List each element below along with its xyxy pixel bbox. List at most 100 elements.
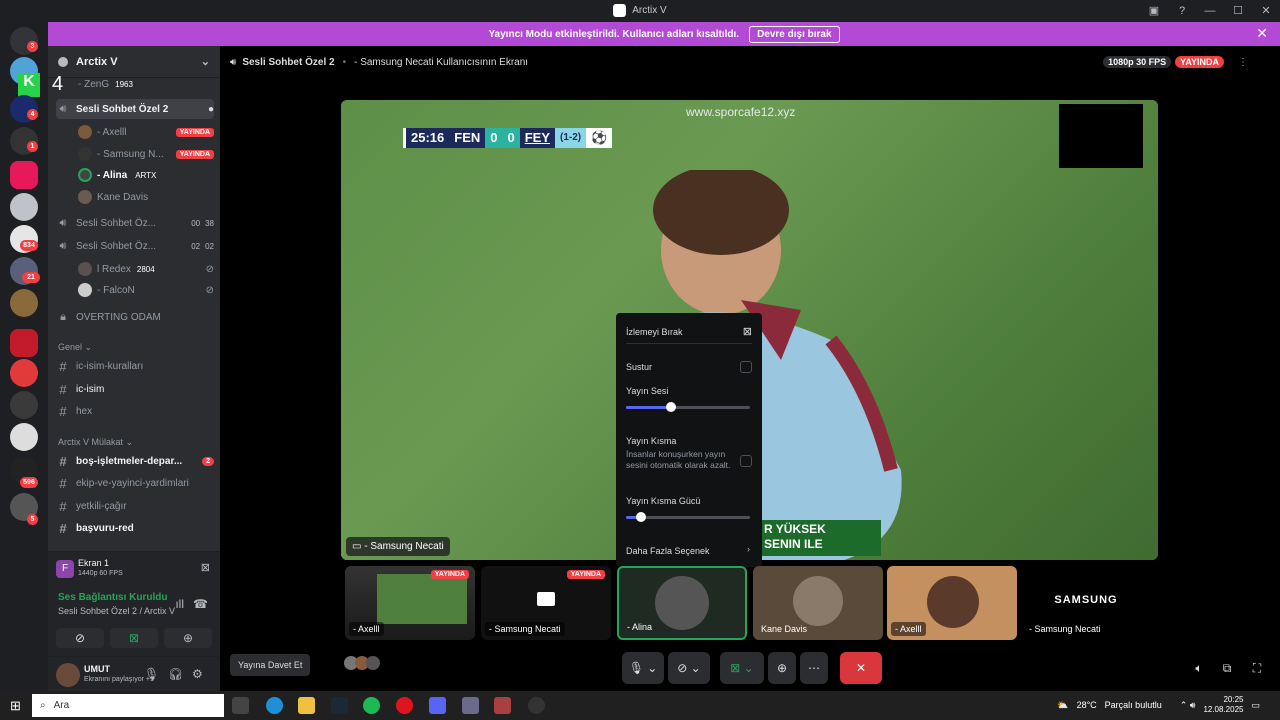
channel-name: ic-isim (76, 383, 105, 395)
stream-ducking-checkbox[interactable] (740, 455, 752, 467)
minimize-button[interactable]: — (1196, 5, 1224, 17)
edge-icon[interactable] (266, 697, 283, 714)
settings-gear-icon[interactable]: ⚙ (192, 667, 203, 681)
tray-icons[interactable]: ⌃ 🔊︎ (1180, 700, 1196, 711)
hash-icon: # (59, 498, 67, 514)
voice-channel-locked[interactable]: 🔒︎ OVERTING ODAM (56, 307, 214, 327)
taskbar-search[interactable]: ⌕ Ara (32, 694, 224, 717)
text-channel[interactable]: # ic-isim-kuralları (56, 356, 214, 376)
category-mulakat[interactable]: Arctix V Mülakat ⌄ (58, 437, 133, 448)
activity-button[interactable]: ⊕ (768, 652, 796, 684)
voice-channel[interactable]: 🔊︎ Sesli Sohbet Öz... 00 38 (56, 213, 214, 233)
participants-avatars[interactable] (344, 656, 380, 670)
server-icon[interactable] (10, 359, 38, 387)
maximize-button[interactable]: ☐ (1224, 4, 1252, 17)
user-avatar[interactable] (56, 663, 80, 687)
steam-icon[interactable] (331, 697, 348, 714)
server-icon-k[interactable]: K (18, 73, 40, 97)
file-explorer-icon[interactable] (298, 697, 315, 714)
app-icon[interactable] (494, 697, 511, 714)
participant-tile[interactable]: YAYINDA - Axelll (345, 566, 475, 640)
ducking-strength-slider[interactable] (626, 512, 750, 522)
more-options-item[interactable]: Daha Fazla Seçenek (626, 546, 710, 556)
server-icon[interactable] (10, 161, 38, 189)
stream-volume-slider[interactable] (626, 402, 750, 412)
participant-tile[interactable]: SAMSUNG - Samsung Necati (1021, 566, 1151, 640)
activity-button[interactable]: ⊕ (164, 628, 212, 648)
disconnect-icon[interactable]: ☎ (193, 597, 208, 611)
deafened-icon: ⊘ (205, 263, 214, 275)
share-screen-button[interactable]: ⊠ (110, 628, 158, 648)
channel-name: Sesli Sohbet Özel 2 (76, 103, 169, 115)
voice-channel-sesli-sohbet-ozel-2[interactable]: 🔊︎ Sesli Sohbet Özel 2 ● (56, 99, 214, 119)
voice-channel[interactable]: 🔊︎ Sesli Sohbet Öz... 02 02 (56, 236, 214, 256)
stop-watching-icon[interactable]: ⊠ (743, 325, 752, 338)
camera-button[interactable]: ⊘ ⌄ (668, 652, 710, 684)
voice-user[interactable]: - Samsung N... YAYINDA (56, 144, 214, 164)
popout-icon[interactable]: ⧉ (1216, 652, 1238, 684)
volume-icon[interactable]: 🔈︎ (1188, 652, 1210, 684)
participant-tile-speaking[interactable]: - Alina (617, 566, 747, 640)
stop-share-icon[interactable]: ⊠ (201, 561, 210, 574)
headphones-icon[interactable]: 🎧︎ (168, 667, 183, 681)
app-icon[interactable] (528, 697, 545, 714)
opera-icon[interactable] (396, 697, 413, 714)
help-icon[interactable]: ? (1168, 5, 1196, 17)
user-name: - Axelll (97, 126, 127, 138)
microphone-button[interactable]: 🎙︎ ⌄ (622, 652, 664, 684)
category-genel[interactable]: Genel ⌄ (58, 342, 92, 353)
voice-user[interactable]: l Redex 2804 ⊘ (56, 259, 214, 279)
clock[interactable]: 20:25 12.08.2025 (1203, 695, 1243, 715)
text-channel[interactable]: # başvuru-red (56, 518, 214, 538)
stream-volume-label: Yayın Sesi (626, 386, 669, 396)
spotify-icon[interactable] (363, 697, 380, 714)
disconnect-button[interactable]: ✕ (840, 652, 882, 684)
server-icon[interactable] (10, 423, 38, 451)
invite-to-stream-button[interactable]: Yayına Davet Et (230, 654, 311, 676)
close-banner-icon[interactable]: ✕ (1256, 25, 1268, 42)
microphone-icon[interactable]: 🎙︎ (144, 667, 159, 681)
stop-watching-item[interactable]: İzlemeyi Bırak (626, 327, 683, 337)
fullscreen-icon[interactable]: ⛶ (1246, 652, 1268, 684)
voice-user[interactable]: - Axelll YAYINDA (56, 122, 214, 142)
mute-item[interactable]: Sustur (626, 362, 652, 372)
mute-checkbox[interactable] (740, 361, 752, 373)
voice-user[interactable]: - Alina ARTX (56, 165, 214, 185)
server-icon[interactable] (10, 193, 38, 221)
task-view-icon[interactable] (232, 697, 249, 714)
discord-icon[interactable] (429, 697, 446, 714)
more-options-icon[interactable]: ⋮ (1238, 57, 1248, 68)
voice-channel-path[interactable]: Sesli Sohbet Özel 2 / Arctix V (58, 606, 175, 616)
avatar (78, 262, 92, 276)
participant-tile[interactable]: YAYINDA - Samsung Necati (481, 566, 611, 640)
stream-ducking-label: Yayın Kısma (626, 436, 677, 446)
voice-user[interactable]: Kane Davis (56, 187, 214, 207)
more-button[interactable]: ⋯ (800, 652, 828, 684)
server-icon[interactable] (10, 329, 38, 357)
server-icon[interactable] (10, 289, 38, 317)
slider-handle[interactable] (635, 512, 646, 522)
close-window-button[interactable]: ✕ (1252, 4, 1280, 17)
disable-streamer-mode-button[interactable]: Devre dışı bırak (749, 25, 840, 43)
text-channel[interactable]: # hex (56, 401, 214, 421)
user-limit: 02 (205, 241, 214, 251)
text-channel[interactable]: # yetkili-çağır (56, 496, 214, 516)
weather-description[interactable]: Parçalı bulutlu (1105, 700, 1162, 710)
server-icon[interactable] (10, 391, 38, 419)
text-channel[interactable]: # boş-işletmeler-depar... 2 (56, 451, 214, 471)
app-icon[interactable] (462, 697, 479, 714)
camera-off-button[interactable]: ⊘ (56, 628, 104, 648)
signal-icon[interactable]: ıll (175, 597, 184, 611)
share-screen-button[interactable]: ⊠ ⌄ (720, 652, 764, 684)
text-channel[interactable]: # ekip-ve-yayinci-yardimlari (56, 473, 214, 493)
participant-tile[interactable]: Kane Davis (753, 566, 883, 640)
slider-handle[interactable] (665, 402, 676, 412)
voice-user[interactable]: - ZenG 1963 (56, 74, 214, 94)
participant-tile[interactable]: - Axelll (887, 566, 1017, 640)
chat-icon[interactable]: ● (208, 104, 214, 115)
notifications-icon[interactable]: ▭ (1251, 700, 1260, 711)
voice-user[interactable]: - FalcoN ⊘ (56, 280, 214, 300)
inbox-icon[interactable]: ▣ (1140, 4, 1168, 17)
text-channel[interactable]: # ic-isim (56, 379, 214, 399)
windows-start-icon[interactable]: ⊞ (10, 698, 21, 714)
